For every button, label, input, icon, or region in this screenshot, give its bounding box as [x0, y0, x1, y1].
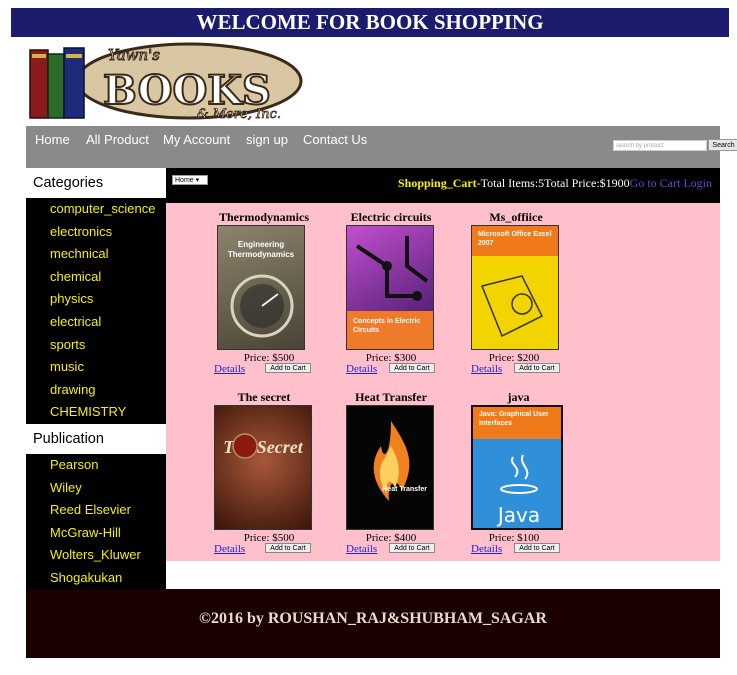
category-chemical[interactable]: chemical: [26, 266, 166, 289]
nav-home[interactable]: Home: [35, 132, 70, 147]
publication-reed-elsevier[interactable]: Reed Elsevier: [26, 499, 166, 522]
product-grid: Thermodynamics Engineering Thermodynamic…: [166, 203, 720, 561]
add-to-cart-button[interactable]: Add to Cart: [514, 543, 560, 553]
cart-summary: Shopping_Cart-Total Items:5Total Price:$…: [398, 176, 712, 191]
product-card: Thermodynamics Engineering Thermodynamic…: [214, 210, 354, 375]
product-title: Ms_offiice: [489, 210, 543, 224]
categories-heading: Categories: [26, 168, 166, 198]
product-title: Heat Transfer: [355, 390, 427, 404]
cart-total-price: Total Price:$1900: [544, 176, 630, 190]
book-cover-image[interactable]: Java: Graphical User Interfaces Java: [471, 405, 563, 530]
logo-bottom-text: & More, Inc.: [197, 107, 281, 122]
product-card: Ms_offiice Microsoft Office Excel 2007 P…: [471, 210, 611, 375]
nav-contact-us[interactable]: Contact Us: [303, 132, 367, 147]
publication-pearson[interactable]: Pearson: [26, 454, 166, 477]
category-mechnical[interactable]: mechnical: [26, 243, 166, 266]
nav-all-product[interactable]: All Product: [86, 132, 149, 147]
chevron-down-icon: ▾: [195, 177, 200, 184]
flame-graphic: [373, 421, 410, 501]
category-physics[interactable]: physics: [26, 288, 166, 311]
search-button[interactable]: Search: [708, 139, 737, 151]
publication-list: Pearson Wiley Reed Elsevier McGraw-Hill …: [26, 454, 166, 589]
cart-label: Shopping_Cart: [397, 176, 477, 190]
product-title: java: [507, 390, 530, 404]
java-logo-icon: Java: [496, 454, 540, 527]
add-to-cart-button[interactable]: Add to Cart: [389, 543, 435, 553]
site-logo[interactable]: BOOKS Yawn's & More, Inc.: [24, 40, 304, 122]
top-nav-bar: Home All Product My Account sign up Cont…: [26, 126, 737, 168]
category-electrical[interactable]: electrical: [26, 311, 166, 334]
nav-sign-up[interactable]: sign up: [246, 132, 288, 147]
book-cover-image[interactable]: Concepts in Electric Circuits: [346, 225, 434, 350]
details-link[interactable]: Details: [346, 363, 377, 375]
cover-title: Heat Transfer: [382, 486, 427, 493]
add-to-cart-button[interactable]: Add to Cart: [265, 363, 311, 373]
cart-bar: Home ▾ Shopping_Cart-Total Items:5Total …: [166, 168, 720, 203]
details-link[interactable]: Details: [214, 363, 245, 375]
book-cover-image[interactable]: The Secret: [214, 405, 312, 530]
page-banner: WELCOME FOR BOOK SHOPPING: [11, 8, 729, 37]
publication-wolters-kluwer[interactable]: Wolters_Kluwer: [26, 544, 166, 567]
details-link[interactable]: Details: [471, 363, 502, 375]
product-title: Electric circuits: [350, 210, 432, 224]
cart-total-items: -Total Items:5: [476, 176, 545, 190]
product-title: The secret: [237, 390, 291, 404]
book-cover-image[interactable]: Engineering Thermodynamics: [217, 225, 305, 350]
search-input[interactable]: [613, 140, 707, 151]
go-to-cart-link[interactable]: Go to Cart: [630, 176, 681, 190]
add-to-cart-button[interactable]: Add to Cart: [265, 543, 311, 553]
category-electronics[interactable]: electronics: [26, 221, 166, 244]
seal-graphic: [232, 433, 258, 459]
login-link[interactable]: Login: [683, 176, 712, 190]
publication-heading: Publication: [26, 424, 166, 454]
page-footer: ©2016 by ROUSHAN_RAJ&SHUBHAM_SAGAR: [26, 589, 720, 658]
product-card: Heat Transfer Heat Transfer Price: $400 …: [346, 390, 486, 555]
svg-text:Java: Java: [496, 503, 540, 527]
logo-top-text: Yawn's: [108, 46, 160, 64]
logo-graphic: BOOKS Yawn's & More, Inc.: [29, 42, 303, 122]
cover-title: Concepts in Electric Circuits: [353, 318, 421, 334]
add-to-cart-button[interactable]: Add to Cart: [389, 363, 435, 373]
book-cover-image[interactable]: Microsoft Office Excel 2007: [471, 225, 559, 350]
product-card: Electric circuits Concepts in Electric C…: [346, 210, 486, 375]
category-chemistry-upper[interactable]: CHEMISTRY: [26, 401, 166, 424]
category-music[interactable]: music: [26, 356, 166, 379]
add-to-cart-button[interactable]: Add to Cart: [514, 363, 560, 373]
home-select[interactable]: Home ▾: [172, 175, 208, 185]
publication-mcgraw-hill[interactable]: McGraw-Hill: [26, 522, 166, 545]
categories-list: computer_science electronics mechnical c…: [26, 198, 166, 424]
product-title: Thermodynamics: [219, 210, 309, 224]
category-sports[interactable]: sports: [26, 334, 166, 357]
category-drawing[interactable]: drawing: [26, 379, 166, 402]
product-card: The secret The Secret Price: $500 Detail…: [214, 390, 354, 555]
nav-my-account[interactable]: My Account: [163, 132, 230, 147]
home-select-value: Home: [175, 177, 194, 184]
publication-wiley[interactable]: Wiley: [26, 477, 166, 500]
details-link[interactable]: Details: [214, 543, 245, 555]
machine-graphic: [480, 275, 544, 338]
details-link[interactable]: Details: [471, 543, 502, 555]
details-link[interactable]: Details: [346, 543, 377, 555]
category-computer-science[interactable]: computer_science: [26, 198, 166, 221]
publication-shogakukan[interactable]: Shogakukan: [26, 567, 166, 590]
gauge-graphic: [230, 274, 294, 338]
book-cover-image[interactable]: Heat Transfer: [346, 405, 434, 530]
product-card: java Java: Graphical User Interfaces Jav…: [471, 390, 611, 555]
